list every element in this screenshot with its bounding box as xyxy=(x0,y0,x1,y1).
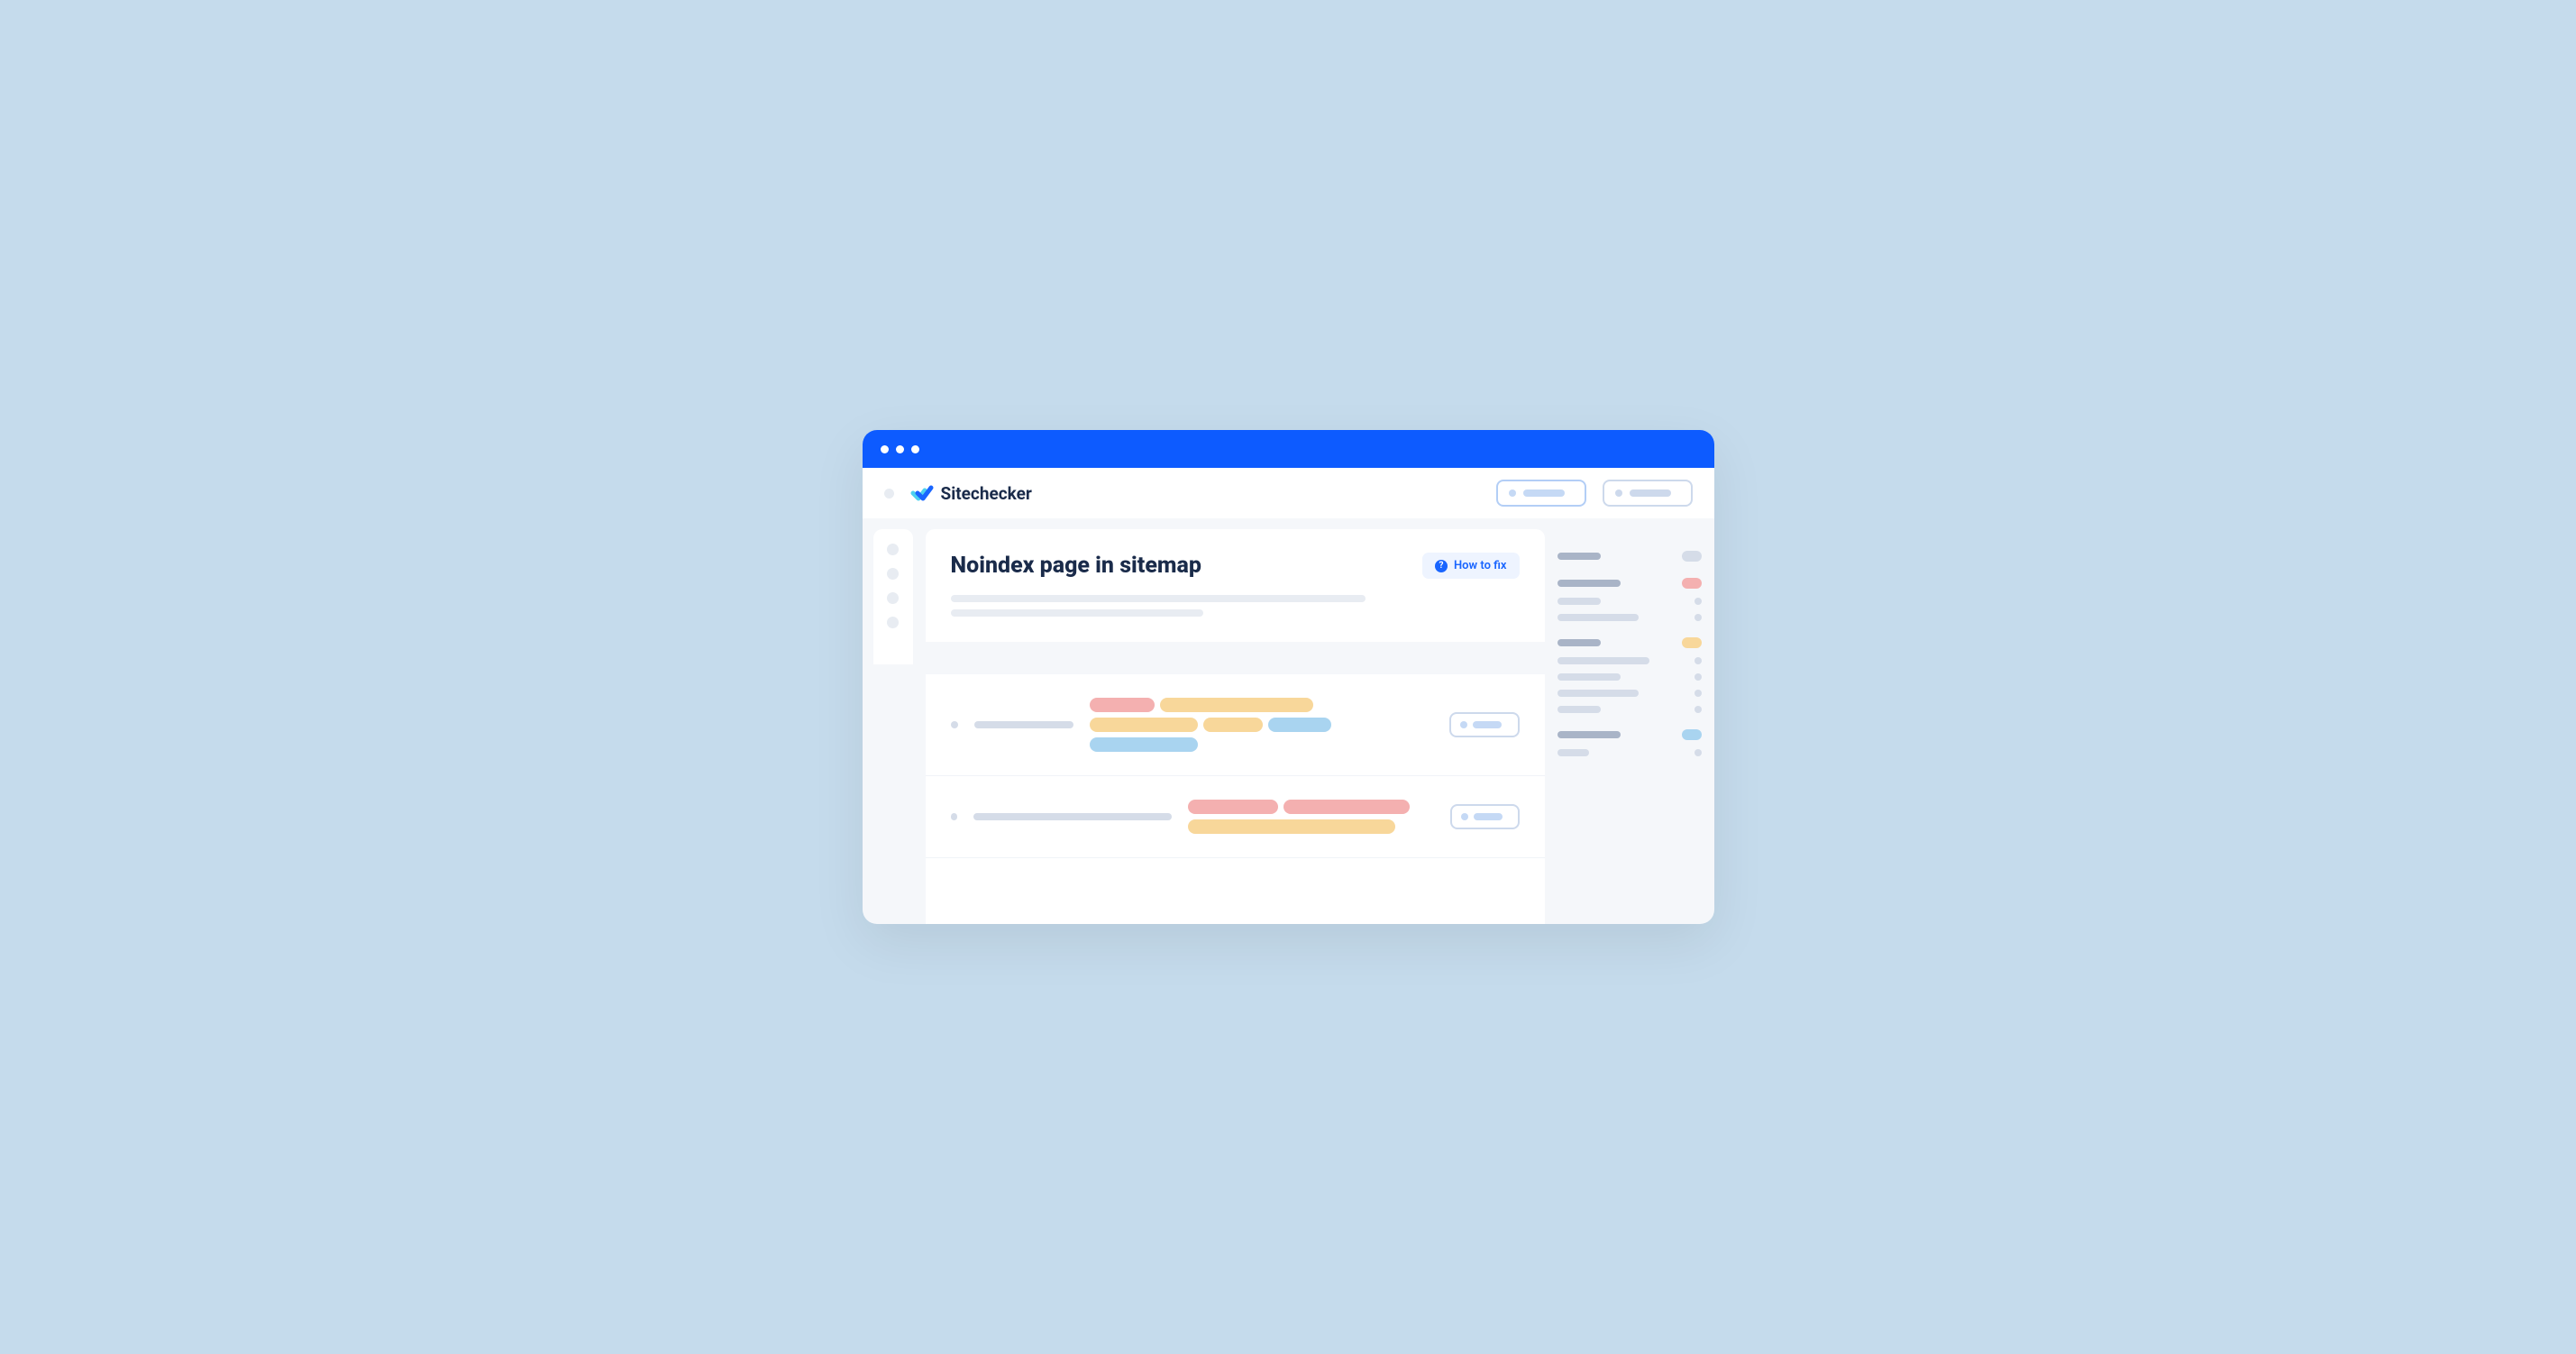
row-bullet-icon xyxy=(951,721,958,728)
status-badge xyxy=(1682,578,1702,589)
button-placeholder-label xyxy=(1523,489,1565,497)
tag xyxy=(1090,718,1198,732)
summary-label-placeholder xyxy=(1557,706,1601,713)
summary-group xyxy=(1557,551,1702,562)
count-placeholder xyxy=(1694,614,1702,621)
button-placeholder-icon xyxy=(1461,813,1468,820)
count-placeholder xyxy=(1694,706,1702,713)
header-button-primary[interactable] xyxy=(1496,480,1586,507)
summary-item[interactable] xyxy=(1557,637,1702,648)
header-button-secondary[interactable] xyxy=(1603,480,1693,507)
summary-subitem[interactable] xyxy=(1557,657,1702,664)
summary-subitem[interactable] xyxy=(1557,690,1702,697)
description-placeholder xyxy=(951,595,1366,602)
content-panel: Noindex page in sitemap ? How to fix xyxy=(926,529,1545,924)
summary-label-placeholder xyxy=(1557,749,1589,756)
brand-logo[interactable]: Sitechecker xyxy=(910,481,1032,505)
row-label-placeholder xyxy=(974,721,1073,728)
count-placeholder xyxy=(1694,598,1702,605)
button-placeholder-label xyxy=(1630,489,1671,497)
section-divider xyxy=(926,642,1545,674)
sidebar-nav xyxy=(873,529,913,664)
row-bullet-icon xyxy=(951,813,958,820)
summary-label-placeholder xyxy=(1557,657,1649,664)
summary-label-placeholder xyxy=(1557,673,1621,681)
summary-subitem[interactable] xyxy=(1557,673,1702,681)
page-title: Noindex page in sitemap xyxy=(951,553,1201,579)
issue-row[interactable] xyxy=(926,776,1545,858)
summary-group xyxy=(1557,729,1702,756)
how-to-fix-label: How to fix xyxy=(1454,559,1507,572)
count-placeholder xyxy=(1694,690,1702,697)
row-action-button[interactable] xyxy=(1450,804,1520,829)
app-body: Noindex page in sitemap ? How to fix xyxy=(863,518,1714,924)
count-placeholder xyxy=(1694,749,1702,756)
window-control-close[interactable] xyxy=(881,445,889,453)
right-panel xyxy=(1557,529,1702,924)
nav-item[interactable] xyxy=(887,592,899,604)
summary-label-placeholder xyxy=(1557,639,1601,646)
how-to-fix-button[interactable]: ? How to fix xyxy=(1422,553,1520,579)
tag xyxy=(1188,819,1395,834)
summary-item[interactable] xyxy=(1557,551,1702,562)
summary-label-placeholder xyxy=(1557,553,1601,560)
tag-group xyxy=(1188,800,1434,834)
summary-group xyxy=(1557,578,1702,621)
summary-label-placeholder xyxy=(1557,614,1639,621)
row-label-placeholder xyxy=(973,813,1171,820)
summary-subitem[interactable] xyxy=(1557,749,1702,756)
summary-label-placeholder xyxy=(1557,690,1639,697)
summary-group xyxy=(1557,637,1702,713)
description-placeholder xyxy=(951,609,1203,617)
tag xyxy=(1090,737,1198,752)
tag xyxy=(1283,800,1410,814)
nav-item[interactable] xyxy=(887,617,899,628)
app-header: Sitechecker xyxy=(863,468,1714,518)
count-placeholder xyxy=(1694,673,1702,681)
summary-item[interactable] xyxy=(1557,729,1702,740)
tag xyxy=(1090,698,1155,712)
summary-label-placeholder xyxy=(1557,598,1601,605)
button-placeholder-icon xyxy=(1509,489,1516,497)
button-placeholder-icon xyxy=(1460,721,1467,728)
summary-item[interactable] xyxy=(1557,578,1702,589)
window-control-minimize[interactable] xyxy=(896,445,904,453)
checkmark-icon xyxy=(910,481,934,505)
button-placeholder-label xyxy=(1474,813,1503,820)
tag xyxy=(1188,800,1278,814)
row-action-button[interactable] xyxy=(1449,712,1520,737)
window-control-maximize[interactable] xyxy=(911,445,919,453)
brand-name: Sitechecker xyxy=(941,483,1032,504)
tag xyxy=(1203,718,1263,732)
status-badge xyxy=(1682,551,1702,562)
nav-item[interactable] xyxy=(887,544,899,555)
help-icon: ? xyxy=(1435,560,1448,572)
summary-subitem[interactable] xyxy=(1557,598,1702,605)
summary-label-placeholder xyxy=(1557,580,1621,587)
app-window: Sitechecker Noindex page in sitemap xyxy=(863,430,1714,924)
tag xyxy=(1160,698,1313,712)
content-header: Noindex page in sitemap ? How to fix xyxy=(926,529,1545,642)
button-placeholder-icon xyxy=(1615,489,1622,497)
issue-row[interactable] xyxy=(926,674,1545,776)
summary-subitem[interactable] xyxy=(1557,706,1702,713)
tag xyxy=(1268,718,1331,732)
nav-item[interactable] xyxy=(887,568,899,580)
status-badge xyxy=(1682,729,1702,740)
count-placeholder xyxy=(1694,657,1702,664)
summary-label-placeholder xyxy=(1557,731,1621,738)
status-badge xyxy=(1682,637,1702,648)
button-placeholder-label xyxy=(1473,721,1502,728)
tag-group xyxy=(1090,698,1342,752)
summary-subitem[interactable] xyxy=(1557,614,1702,621)
window-titlebar xyxy=(863,430,1714,468)
menu-icon[interactable] xyxy=(884,489,894,499)
main-area: Noindex page in sitemap ? How to fix xyxy=(913,518,1714,924)
